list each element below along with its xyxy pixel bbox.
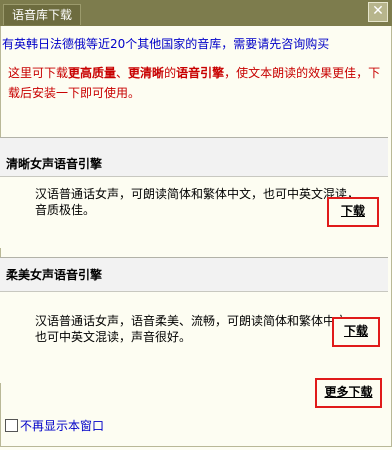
dont-show-again-row[interactable]: 不再显示本窗口	[5, 417, 104, 434]
engine-section-clear: 清晰女声语音引擎 汉语普通话女声，可朗读简体和繁体中文，也可中英文混读，音质极佳…	[0, 137, 388, 248]
intro-highlight-quality: 更高质量	[68, 66, 117, 80]
intro-part2: 的	[164, 66, 177, 80]
intro-text: 这里可下载更高质量、更清晰的语音引擎，使文本朗读的效果更佳，下载后安装一下即可使…	[8, 63, 386, 103]
intro-separator: 、	[116, 66, 129, 80]
more-download-frame: 更多下载	[315, 378, 382, 408]
engine-section-header: 清晰女声语音引擎	[0, 138, 388, 177]
download-button-clear[interactable]: 下载	[329, 199, 377, 223]
intro-part1: 这里可下载	[8, 66, 69, 80]
download-frame-soft: 下载	[332, 317, 380, 347]
close-icon: ✕	[372, 3, 384, 19]
engine-section-header: 柔美女声语音引擎	[0, 258, 388, 292]
dont-show-again-checkbox[interactable]	[5, 419, 18, 432]
engine-description: 汉语普通话女声，可朗读简体和繁体中文，也可中英文混读，音质极佳。	[35, 187, 360, 217]
title-bar[interactable]: 语音库下载 ✕	[0, 0, 392, 26]
close-button[interactable]: ✕	[368, 2, 388, 22]
engine-section-soft: 柔美女声语音引擎 汉语普通话女声，语音柔美、流畅，可朗读简体和繁体中文，也可中英…	[0, 257, 388, 383]
more-download-button[interactable]: 更多下载	[317, 380, 380, 404]
engine-description: 汉语普通话女声，语音柔美、流畅，可朗读简体和繁体中文，也可中英文混读，声音很好。	[35, 314, 360, 344]
download-frame-clear: 下载	[327, 197, 379, 227]
download-button-soft[interactable]: 下载	[334, 319, 378, 343]
intro-highlight-engine: 语音引擎	[176, 66, 225, 80]
notice-text: 有英韩日法德俄等近20个其他国家的音库，需要请先咨询购买	[2, 37, 330, 51]
engine-title: 柔美女声语音引擎	[6, 268, 103, 282]
window-title: 语音库下载	[3, 4, 82, 25]
engine-title: 清晰女声语音引擎	[6, 157, 103, 171]
intro-highlight-clarity: 更清晰	[128, 66, 165, 80]
dont-show-again-label[interactable]: 不再显示本窗口	[20, 417, 104, 434]
